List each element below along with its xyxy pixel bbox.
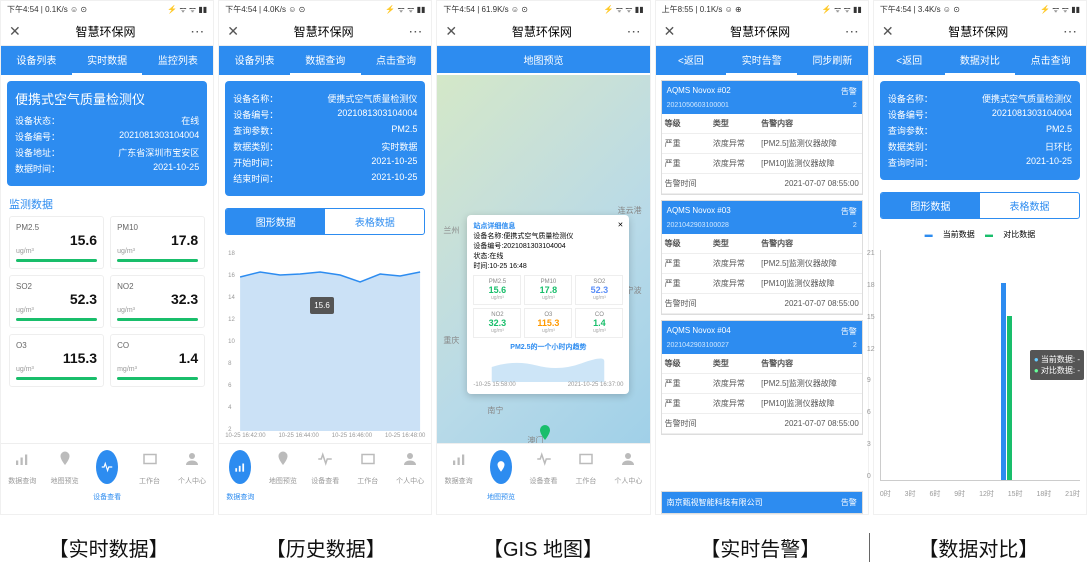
top-tabs[interactable]: 设备列表 实时数据 监控列表 bbox=[1, 46, 213, 75]
svg-text:16: 16 bbox=[228, 273, 235, 279]
svg-text:4: 4 bbox=[228, 405, 232, 411]
map-canvas[interactable]: 兰州 连云港 宁波 重庆 南宁 澳门 站点详细信息✕ 设备名称:便携式空气质量检… bbox=[437, 75, 649, 443]
refresh-button[interactable]: 同步刷新 bbox=[797, 46, 868, 75]
back-button[interactable]: <返回 bbox=[656, 46, 727, 75]
close-icon[interactable]: ✕ bbox=[664, 23, 676, 40]
seg-chart[interactable]: 图形数据 bbox=[226, 209, 325, 234]
query-card: 设备名称：便携式空气质量检测仪 设备编号：2021081303104004 查询… bbox=[225, 81, 425, 196]
svg-text:18: 18 bbox=[228, 251, 235, 257]
seg-table[interactable]: 表格数据 bbox=[325, 209, 424, 234]
close-icon[interactable]: ✕ bbox=[882, 23, 894, 40]
close-icon[interactable]: ✕ bbox=[227, 23, 239, 40]
nav-map[interactable]: 地图预览 bbox=[43, 444, 85, 514]
nav-workbench[interactable]: 工作台 bbox=[565, 444, 607, 514]
metric-O3[interactable]: O3115.3ug/m³ bbox=[9, 334, 104, 387]
back-button[interactable]: <返回 bbox=[874, 46, 945, 75]
screen-realtime: 下午4:54 | 0.1K/s ☺ ⊙⚡ ᯤ ᯤ ▮▮ ✕ 智慧环保网 ⋯ 设备列表… bbox=[0, 0, 214, 515]
tab-monitor[interactable]: 监控列表 bbox=[142, 46, 213, 75]
device-title: 便携式空气质量检测仪 bbox=[15, 89, 199, 108]
svg-text:12: 12 bbox=[228, 317, 235, 323]
more-icon[interactable]: ⋯ bbox=[627, 23, 642, 40]
tab-realtime[interactable]: 实时数据 bbox=[72, 46, 143, 75]
status-bar: 下午4:54 | 0.1K/s ☺ ⊙⚡ ᯤ ᯤ ▮▮ bbox=[1, 1, 213, 18]
segment-control: 图形数据表格数据 bbox=[225, 208, 425, 235]
tab-devices[interactable]: 设备列表 bbox=[1, 46, 72, 75]
chart-tooltip: 15.6 bbox=[310, 297, 334, 314]
screen-alarm: 上午8:55 | 0.1K/s ☺ ⊕⚡ ᯤ ᯤ ▮▮ ✕智慧环保网⋯ <返回实… bbox=[655, 0, 869, 515]
device-card: 便携式空气质量检测仪 设备状态：在线 设备编号：2021081303104004… bbox=[7, 81, 207, 186]
section-monitoring: 监测数据 bbox=[9, 196, 205, 212]
nav-query[interactable]: 数据查询 bbox=[437, 444, 479, 514]
area-chart[interactable]: 18161412108642 15.6 10-25 16:42:0010-25 … bbox=[225, 247, 425, 437]
screen-gis: 下午4:54 | 61.9K/s ☺ ⊙⚡ ᯤ ᯤ ▮▮ ✕智慧环保网⋯ 地图预… bbox=[436, 0, 650, 515]
nav-map[interactable]: 地图预览 bbox=[480, 444, 522, 514]
more-icon[interactable]: ⋯ bbox=[408, 23, 423, 40]
compare-card: 设备名称：便携式空气质量检测仪 设备编号：2021081303104004 查询… bbox=[880, 81, 1080, 180]
more-icon[interactable]: ⋯ bbox=[190, 23, 205, 40]
close-icon[interactable]: ✕ bbox=[445, 23, 457, 40]
nav-profile[interactable]: 个人中心 bbox=[389, 444, 431, 514]
station-popup: 站点详细信息✕ 设备名称:便携式空气质量检测仪 设备编号:20210813031… bbox=[467, 215, 629, 394]
alarm-card[interactable]: AQMS Novox #03告警 20210429031000282 等级类型告… bbox=[661, 200, 863, 315]
nav-device[interactable]: 设备查看 bbox=[304, 444, 346, 514]
svg-text:10: 10 bbox=[228, 339, 235, 345]
alarm-card[interactable]: AQMS Novox #02告警 20210506031000012 等级类型告… bbox=[661, 80, 863, 195]
svg-text:14: 14 bbox=[228, 295, 235, 301]
nav-profile[interactable]: 个人中心 bbox=[171, 444, 213, 514]
screen-compare: 下午4:54 | 3.4K/s ☺ ⊙⚡ ᯤ ᯤ ▮▮ ✕智慧环保网⋯ <返回数… bbox=[873, 0, 1087, 515]
screen-history: 下午4:54 | 4.0K/s ☺ ⊙⚡ ᯤ ᯤ ▮▮ ✕智慧环保网⋯ 设备列表… bbox=[218, 0, 432, 515]
metric-NO2[interactable]: NO232.3ug/m³ bbox=[110, 275, 205, 328]
nav-workbench[interactable]: 工作台 bbox=[347, 444, 389, 514]
more-icon[interactable]: ⋯ bbox=[845, 23, 860, 40]
nav-device[interactable]: 设备查看 bbox=[522, 444, 564, 514]
bottom-nav: 数据查询 地图预览 设备查看 工作台 个人中心 bbox=[1, 443, 213, 514]
nav-profile[interactable]: 个人中心 bbox=[607, 444, 649, 514]
app-title: 智慧环保网 bbox=[75, 23, 135, 40]
compare-tooltip: ● 当前数据: - ● 对比数据: - bbox=[1030, 350, 1084, 380]
alarm-card[interactable]: AQMS Novox #04告警 20210429031000272 等级类型告… bbox=[661, 320, 863, 435]
nav-query[interactable]: 数据查询 bbox=[219, 444, 261, 514]
metric-PM10[interactable]: PM1017.8ug/m³ bbox=[110, 216, 205, 269]
chart-legend: ▬ 当前数据 ▬ 对比数据 bbox=[878, 229, 1082, 240]
popup-close-icon[interactable]: ✕ bbox=[618, 221, 624, 231]
nav-workbench[interactable]: 工作台 bbox=[128, 444, 170, 514]
nav-map[interactable]: 地图预览 bbox=[262, 444, 304, 514]
nav-query[interactable]: 数据查询 bbox=[1, 444, 43, 514]
svg-text:6: 6 bbox=[228, 383, 232, 389]
nav-device[interactable]: 设备查看 bbox=[86, 444, 128, 514]
metric-SO2[interactable]: SO252.3ug/m³ bbox=[9, 275, 104, 328]
close-icon[interactable]: ✕ bbox=[9, 23, 21, 40]
svg-text:8: 8 bbox=[228, 361, 232, 367]
metric-CO[interactable]: CO1.4mg/m³ bbox=[110, 334, 205, 387]
more-icon[interactable]: ⋯ bbox=[1063, 23, 1078, 40]
map-marker-icon[interactable] bbox=[537, 425, 553, 441]
compare-bar-chart[interactable]: 211815129630 ● 当前数据: - ● 对比数据: - bbox=[880, 250, 1080, 481]
metric-PM2.5[interactable]: PM2.515.6ug/m³ bbox=[9, 216, 104, 269]
